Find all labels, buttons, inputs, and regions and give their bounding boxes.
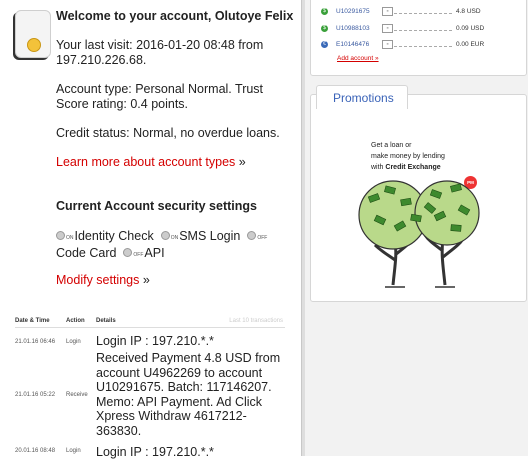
promotions-panel: Promotions Get a loan or make money by l… <box>310 85 527 302</box>
credit-status-text: Credit status: Normal, no overdue loans. <box>56 126 280 140</box>
welcome-title: Welcome to your account, Olutoye Felix <box>56 9 294 23</box>
row-details: Received Payment 4.8 USD from account U4… <box>96 351 281 438</box>
last-transactions-link[interactable]: Last 10 transactions <box>229 318 283 324</box>
column-header-date: Date & Time <box>15 318 50 324</box>
dashed-line <box>394 30 452 31</box>
security-item-api[interactable]: OFFAPI <box>120 246 165 260</box>
accounts-panel: $ U10291675 ≡ 4.8 USD $ U10988103 ≡ 0.09… <box>310 0 527 76</box>
card-icon: ≡ <box>382 40 393 49</box>
euro-icon: € <box>321 41 328 48</box>
avatar[interactable] <box>15 10 51 58</box>
security-item-identity-check[interactable]: ONIdentity Check <box>56 229 154 243</box>
account-number[interactable]: E10146476 <box>336 41 369 48</box>
row-details: Login IP : 197.210.*.* <box>96 445 214 459</box>
row-date: 21.01.16 05:22 <box>15 392 56 398</box>
toggle-off-icon: OFF <box>123 247 143 263</box>
dollar-icon: $ <box>321 25 328 32</box>
row-action: Login <box>66 339 81 345</box>
row-details: Login IP : 197.210.*.* <box>96 334 214 348</box>
table-header: Date & Time Action Details Last 10 trans… <box>15 316 285 328</box>
column-header-details: Details <box>96 318 116 324</box>
promotions-title: Promotions <box>333 91 394 105</box>
row-action: Login <box>66 448 81 454</box>
account-balance: 0.09 USD <box>456 25 485 32</box>
dashed-line <box>394 46 452 47</box>
column-header-action: Action <box>66 318 85 324</box>
smiley-icon <box>27 38 41 52</box>
card-icon: ≡ <box>382 7 393 16</box>
promotions-tab: Promotions <box>316 85 408 109</box>
security-title: Current Account security settings <box>56 199 257 213</box>
learn-more-link[interactable]: Learn more about account types <box>56 155 235 169</box>
row-action: Receive <box>66 392 88 398</box>
account-row[interactable]: $ U10291675 ≡ 4.8 USD <box>321 7 521 18</box>
learn-more-row: Learn more about account types » <box>56 155 246 170</box>
security-item-code-card-toggle[interactable]: OFF <box>244 229 268 243</box>
account-type-text: Account type: Personal Normal. Trust Sco… <box>56 82 264 111</box>
dashed-line <box>394 13 452 14</box>
account-balance: 4.8 USD <box>456 8 481 15</box>
account-row[interactable]: $ U10988103 ≡ 0.09 USD <box>321 24 521 35</box>
money-tree-icon <box>358 180 480 288</box>
toggle-off-icon: OFF <box>247 231 267 246</box>
dollar-icon: $ <box>321 8 328 15</box>
row-date: 21.01.16 06:46 <box>15 339 56 345</box>
main-content: Welcome to your account, Olutoye Felix Y… <box>0 0 300 459</box>
modify-settings-link[interactable]: Modify settings <box>56 273 139 287</box>
card-icon: ≡ <box>382 24 393 33</box>
security-item-code-card[interactable]: Code Card <box>56 246 116 260</box>
raquo: » <box>238 155 246 169</box>
modify-settings-row: Modify settings » <box>56 273 150 288</box>
add-account-link[interactable]: Add account » <box>337 55 379 62</box>
toggle-on-icon: ON <box>160 231 178 246</box>
security-item-sms-login[interactable]: ONSMS Login <box>157 229 240 243</box>
toggle-on-icon: ON <box>56 231 74 246</box>
account-balance: 0.00 EUR <box>456 41 485 48</box>
row-date: 20.01.16 08:48 <box>15 448 56 454</box>
raquo: » <box>142 273 150 287</box>
last-visit-text: Your last visit: 2016-01-20 08:48 from 1… <box>56 38 264 67</box>
sidebar: $ U10291675 ≡ 4.8 USD $ U10988103 ≡ 0.09… <box>305 0 528 456</box>
account-number[interactable]: U10988103 <box>336 25 370 32</box>
security-settings-list: ONIdentity Check ONSMS Login OFF Code Ca… <box>56 229 291 262</box>
account-number[interactable]: U10291675 <box>336 8 370 15</box>
account-row[interactable]: € E10146476 ≡ 0.00 EUR <box>321 40 521 51</box>
